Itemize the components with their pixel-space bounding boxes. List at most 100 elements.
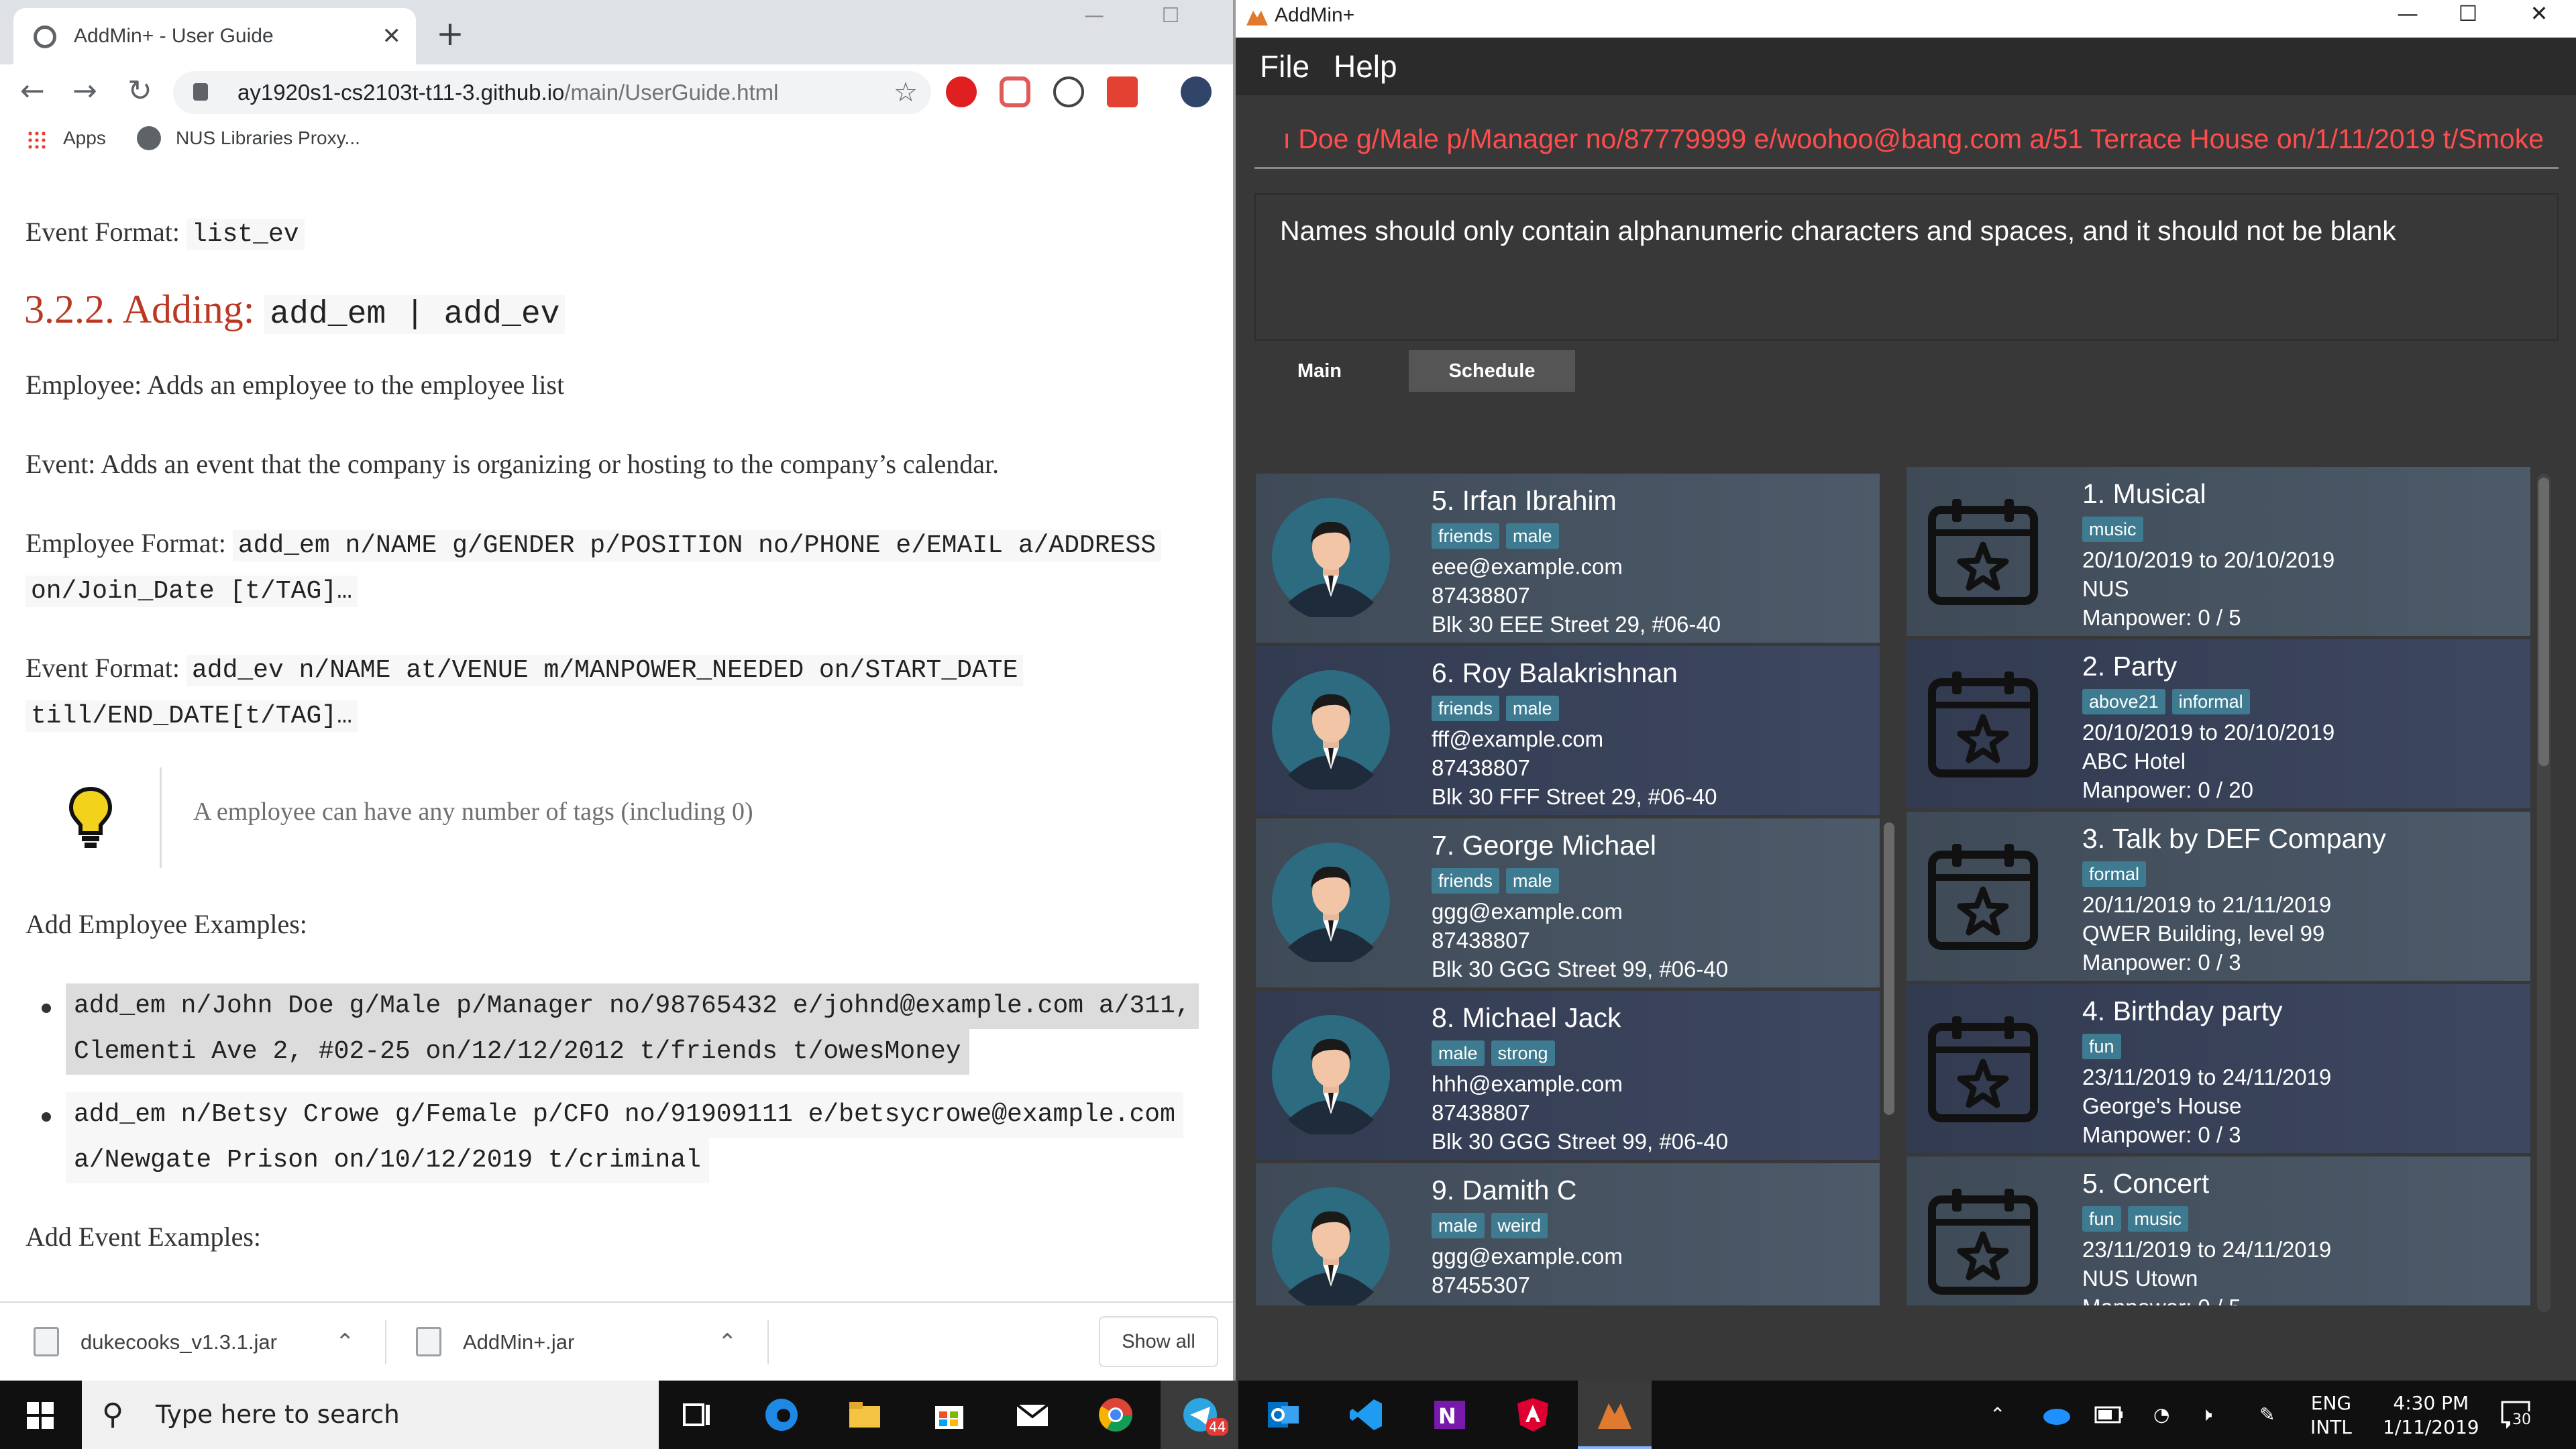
chrome-icon[interactable] [1096,1395,1135,1434]
browser-tab[interactable]: AddMin+ - User Guide ✕ [13,8,416,64]
employee-card[interactable]: 8. Michael Jack male strong hhh@example.com… [1256,991,1880,1160]
chevron-up-icon[interactable]: ⌃ [335,1303,355,1381]
event-card[interactable]: 5. Concert fun music 23/11/2019 to 24/11/20… [1907,1157,2530,1305]
back-arrow-icon[interactable]: ← [20,71,45,111]
adblock-extension-icon[interactable] [946,76,977,107]
url-text: ay1920s1-cs2103t-t11-3.github.io/main/Us… [237,80,779,105]
tag-list: friends male [1432,868,1566,895]
profile-avatar[interactable] [1181,76,1212,107]
address-bar[interactable]: ay1920s1-cs2103t-t11-3.github.io/main/Us… [173,71,931,114]
tag-list: above21 informal [2082,689,2257,716]
bullet [42,1004,51,1013]
chevron-up-icon[interactable]: ⌃ [1990,1381,2005,1449]
lock-icon [193,83,208,101]
task-view-icon[interactable] [678,1395,716,1434]
tag-list: friends male [1432,523,1566,550]
reload-icon[interactable]: ↻ [127,71,152,111]
windows-start-icon[interactable] [27,1402,54,1429]
shield-extension-icon[interactable] [1000,76,1030,107]
onenote-icon[interactable]: N [1430,1395,1469,1434]
notifications-icon[interactable]: 30 [2500,1398,2533,1432]
bookmark-nus-proxy[interactable]: NUS Libraries Proxy... [176,119,360,157]
download-item[interactable]: dukecooks_v1.3.1.jar ⌃ [0,1303,382,1381]
download-item[interactable]: AddMin+.jar ⌃ [382,1303,765,1381]
event-venue: George's House [2082,1093,2242,1118]
notification-badge: 44 [1206,1418,1229,1436]
employee-list[interactable]: 5. Irfan Ibrahim friends male eee@example.c… [1256,474,1880,1305]
result-text: Names should only contain alphanumeric c… [1280,215,2396,246]
chevron-up-icon[interactable]: ⌃ [718,1303,737,1381]
edge-browser-icon[interactable] [762,1395,801,1434]
bookmark-star-icon[interactable]: ☆ [894,71,918,114]
clock[interactable]: 4:30 PM 1/11/2019 [2383,1391,2479,1440]
wifi-icon[interactable]: ◔ [2153,1381,2169,1449]
maximize-button[interactable]: ☐ [2431,0,2505,31]
event-format-cont: till/END_DATE[t/TAG]… [25,691,358,739]
command-input[interactable]: ı Doe g/Male p/Manager no/87779999 e/woo… [1254,109,2559,169]
telegram-taskbar-button[interactable]: 44 [1161,1381,1238,1449]
event-list-scroll-thumb[interactable] [2538,478,2549,766]
employee-avatar-icon [1271,1186,1391,1305]
employee-card[interactable]: 5. Irfan Ibrahim friends male eee@example.c… [1256,474,1880,643]
tab-bar: Main Schedule [1236,350,2576,392]
close-tab-button[interactable]: ✕ [382,20,402,52]
language-indicator[interactable]: ENG INTL [2310,1391,2352,1440]
file-explorer-icon[interactable] [845,1395,884,1434]
example-1-line-1: add_em n/John Doe g/Male p/Manager no/98… [66,983,1199,1029]
face-extension-icon[interactable] [1053,76,1084,107]
event-dates: 20/11/2019 to 21/11/2019 [2082,892,2332,917]
employee-avatar-icon [1271,841,1391,966]
mail-icon[interactable] [1013,1395,1052,1434]
taskbar-search[interactable]: ⚲ Type here to search [82,1381,659,1449]
menu-file[interactable]: File [1260,38,1309,95]
tab-main[interactable]: Main [1265,350,1374,392]
employee-card[interactable]: 6. Roy Balakrishnan friends male fff@exampl… [1256,646,1880,815]
event-card[interactable]: 4. Birthday party fun 23/11/2019 to 24/11/… [1907,984,2530,1153]
browser-toolbar: ← → ↻ ay1920s1-cs2103t-t11-3.github.io/m… [0,64,1233,119]
bookmarks-bar: Apps NUS Libraries Proxy... [0,119,1233,157]
add-event-examples-heading: Add Event Examples: [25,1222,262,1252]
event-card[interactable]: 3. Talk by DEF Company formal 20/11/2019 t… [1907,812,2530,981]
bookmark-apps[interactable]: Apps [63,119,106,157]
store-icon[interactable] [930,1395,969,1434]
calendar-star-icon [1923,835,2043,955]
event-card[interactable]: 1. Musical music 20/10/2019 to 20/10/2019 N… [1907,467,2530,636]
tag-list: fun music [2082,1206,2195,1233]
employee-card[interactable]: 9. Damith C male weird ggg@example.com 87455… [1256,1163,1880,1305]
event-format: Event Format: add_ev n/NAME at/VENUE m/M… [25,645,1024,694]
show-all-button[interactable]: Show all [1099,1316,1218,1367]
outlook-icon[interactable] [1264,1395,1303,1434]
vscode-icon[interactable] [1347,1395,1386,1434]
employee-email: hhh@example.com [1432,1071,1623,1096]
tag-list: formal [2082,861,2153,888]
forward-arrow-icon[interactable]: → [72,71,97,111]
minimize-button[interactable]: — [1071,0,1118,32]
menu-help[interactable]: Help [1334,38,1397,95]
calendar-star-icon [1923,662,2043,783]
new-tab-button[interactable]: + [436,13,464,54]
employee-email: ggg@example.com [1432,1244,1623,1269]
maximize-button[interactable]: ☐ [1147,0,1194,32]
add-employee-examples-heading: Add Employee Examples: [25,909,307,939]
onedrive-icon[interactable] [2039,1401,2072,1428]
event-card[interactable]: 2. Party above21 informal 20/10/2019 to 20/… [1907,639,2530,808]
event-list[interactable]: 1. Musical music 20/10/2019 to 20/10/2019 N… [1907,467,2530,1305]
employee-format: Employee Format: add_em n/NAME g/GENDER … [25,521,1162,569]
tag-badge: male [1432,1213,1485,1238]
globe-icon [137,126,161,150]
addmin-taskbar-button[interactable] [1578,1381,1652,1449]
employee-format-cont: on/Join_Date [t/TAG]… [25,566,358,614]
addmin-window: AddMin+ — ☐ ✕ File Help ı Doe g/Male p/M… [1236,0,2576,1381]
event-manpower: Manpower: 0 / 20 [2082,777,2253,802]
tab-schedule[interactable]: Schedule [1409,350,1575,392]
s-extension-icon[interactable] [1107,76,1138,107]
battery-icon[interactable] [2094,1403,2124,1426]
pen-icon[interactable]: ✎ [2259,1381,2275,1449]
employee-email: ggg@example.com [1432,899,1623,924]
close-button[interactable]: ✕ [2502,0,2576,31]
employee-list-scrollbar[interactable] [1884,822,1894,1115]
calendar-star-icon [1923,1007,2043,1128]
angular-icon[interactable] [1513,1395,1552,1434]
employee-card[interactable]: 7. George Michael friends male ggg@example.… [1256,818,1880,987]
volume-muted-icon[interactable]: 🕨 [2200,1381,2212,1449]
